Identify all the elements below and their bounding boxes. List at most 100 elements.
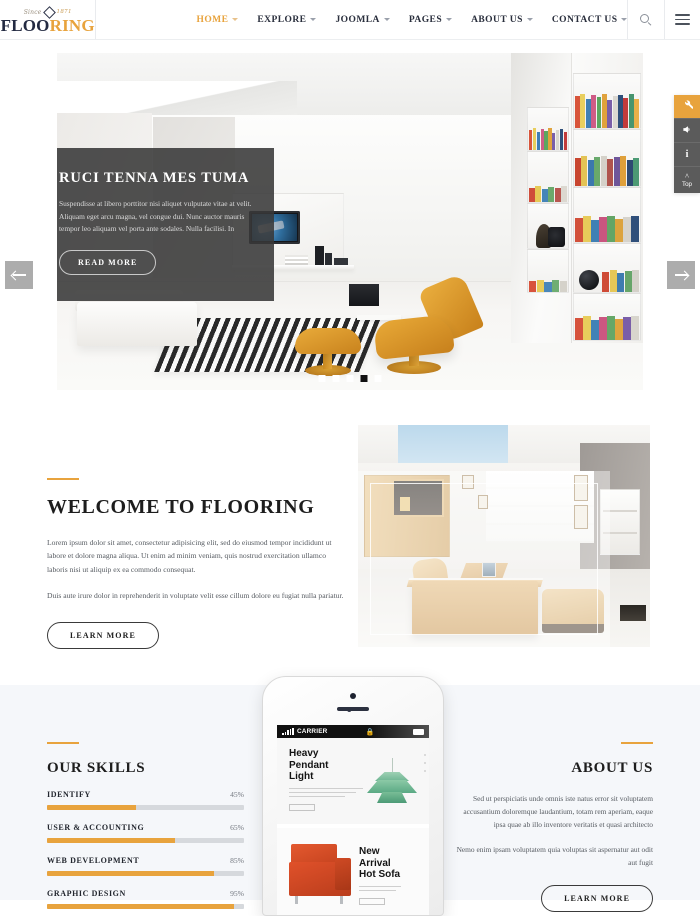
skill-row: USER & ACCOUNTING 65% <box>47 823 244 843</box>
skill-progress-track <box>47 805 244 810</box>
slider-dot-2[interactable] <box>332 375 340 382</box>
hero-slider: RUCI TENNA MES TUMA Suspendisse at liber… <box>57 53 643 390</box>
slider-dot-5[interactable] <box>374 375 382 382</box>
about-paragraph-2: Nemo enim ipsam voluptatem quia voluptas… <box>456 844 653 867</box>
slider-dot-4[interactable] <box>360 375 368 382</box>
phone-camera-icon <box>350 693 356 699</box>
nav-item-label: PAGES <box>408 14 443 25</box>
slider-dot-3[interactable] <box>346 375 354 382</box>
about-title: ABOUT US <box>571 760 653 776</box>
info-button[interactable]: i <box>674 143 700 167</box>
welcome-office-image <box>358 425 650 647</box>
phone-status-bar: CARRIER 🔒 <box>277 725 429 738</box>
announcement-button[interactable] <box>674 119 700 143</box>
phone-scroll-dots <box>424 754 426 772</box>
slider-next-button[interactable] <box>667 261 695 289</box>
site-header: Since 1871 FLOORING HOME EXPLORE JOOMLA … <box>0 0 700 40</box>
skill-row: IDENTIFY 45% <box>47 790 244 810</box>
accent-divider <box>621 742 653 744</box>
back-to-top-button[interactable]: ^ Top <box>674 167 700 193</box>
pendant-lamp-image <box>363 758 421 810</box>
arrow-right-icon <box>674 274 688 276</box>
skill-progress-fill <box>47 904 235 909</box>
signal-bars-icon <box>282 728 294 735</box>
logo-word-accent: RING <box>49 15 95 35</box>
nav-item-contact-us[interactable]: CONTACT US <box>552 15 628 25</box>
skill-progress-fill <box>47 838 176 843</box>
chevron-up-icon: ^ <box>685 171 689 181</box>
phone-product-card-1[interactable]: Heavy Pendant Light <box>277 738 429 824</box>
phone-card-2-button[interactable] <box>359 898 385 906</box>
phone-screen: CARRIER 🔒 Heavy Pendant Light New Arriva… <box>277 725 429 915</box>
phone-carrier-label: CARRIER <box>296 728 328 735</box>
accent-divider <box>47 742 79 744</box>
skill-label: USER & ACCOUNTING <box>47 823 145 832</box>
orange-sofa-image <box>289 838 351 904</box>
main-navigation: HOME EXPLORE JOOMLA PAGES ABOUT US CONTA… <box>96 0 628 39</box>
nav-item-joomla[interactable]: JOOMLA <box>335 14 390 25</box>
search-button[interactable] <box>627 0 663 39</box>
battery-icon <box>412 728 424 735</box>
nav-item-label: HOME <box>196 14 229 25</box>
about-column: ABOUT US Sed ut perspiciatis unde omnis … <box>456 742 653 913</box>
skill-percent: 95% <box>230 889 244 898</box>
menu-toggle-button[interactable] <box>663 0 700 39</box>
hero-caption: RUCI TENNA MES TUMA Suspendisse at liber… <box>57 148 274 301</box>
about-paragraph-1: Sed ut perspiciatis unde omnis iste natu… <box>463 794 653 830</box>
welcome-learn-more-button[interactable]: LEARN MORE <box>47 621 159 649</box>
chevron-down-icon <box>446 18 453 21</box>
hero-slider-section: RUCI TENNA MES TUMA Suspendisse at liber… <box>0 40 700 390</box>
phone-card-2-title: New Arrival Hot Sofa <box>359 846 401 880</box>
search-icon <box>640 13 652 26</box>
back-to-top-label: Top <box>682 180 692 188</box>
skill-progress-track <box>47 904 244 909</box>
phone-product-card-2[interactable]: New Arrival Hot Sofa <box>277 828 429 915</box>
nav-item-explore[interactable]: EXPLORE <box>257 14 317 25</box>
settings-wrench-button[interactable] <box>674 95 700 119</box>
chevron-down-icon <box>383 18 390 21</box>
skills-title: OUR SKILLS <box>47 760 146 776</box>
accent-divider <box>47 478 79 480</box>
phone-card-1-button[interactable] <box>289 804 315 812</box>
nav-item-label: EXPLORE <box>257 14 307 25</box>
slider-pagination <box>318 375 382 382</box>
skill-percent: 85% <box>230 856 244 865</box>
skill-label: IDENTIFY <box>47 790 91 799</box>
slider-dot-1[interactable] <box>318 375 326 382</box>
nav-item-label: CONTACT US <box>551 14 618 25</box>
skill-row: GRAPHIC DESIGN 95% <box>47 889 244 909</box>
nav-item-pages[interactable]: PAGES <box>408 14 453 25</box>
nav-item-about-us[interactable]: ABOUT US <box>471 15 533 25</box>
welcome-title: WELCOME TO FLOORING <box>47 496 315 518</box>
welcome-text-column: WELCOME TO FLOORING Lorem ipsum dolor si… <box>47 478 347 649</box>
info-icon: i <box>685 149 689 160</box>
hero-read-more-button[interactable]: READ MORE <box>59 249 157 275</box>
megaphone-icon <box>682 122 693 140</box>
floating-tool-rail: i ^ Top <box>674 95 700 193</box>
skill-progress-track <box>47 871 244 876</box>
logo-word-dark: FLOO <box>0 15 50 35</box>
site-logo[interactable]: Since 1871 FLOORING <box>0 0 97 39</box>
phone-mockup: CARRIER 🔒 Heavy Pendant Light New Arriva… <box>262 676 444 916</box>
skill-percent: 65% <box>230 823 244 832</box>
hero-description: Suspendisse at libero porttitor nisi ali… <box>59 199 252 233</box>
logo-wordmark: FLOORING <box>0 15 95 35</box>
welcome-paragraph-2: Duis aute irure dolor in reprehenderit i… <box>47 591 344 601</box>
hero-title: RUCI TENNA MES TUMA <box>59 170 250 186</box>
phone-speaker-icon <box>337 707 369 711</box>
welcome-paragraph-1: Lorem ipsum dolor sit amet, consectetur … <box>47 538 332 574</box>
about-learn-more-button[interactable]: LEARN MORE <box>541 885 653 913</box>
phone-card-2-description <box>359 885 417 892</box>
chevron-down-icon <box>232 18 239 21</box>
hamburger-menu-icon <box>674 13 690 26</box>
skills-column: OUR SKILLS IDENTIFY 45% USER & ACCOUNTIN… <box>47 742 244 909</box>
slider-prev-button[interactable] <box>5 261 33 289</box>
skill-label: WEB DEVELOPMENT <box>47 856 140 865</box>
skill-row: WEB DEVELOPMENT 85% <box>47 856 244 876</box>
skill-progress-fill <box>47 871 215 876</box>
nav-item-home[interactable]: HOME <box>196 14 239 25</box>
arrow-left-icon <box>12 274 26 276</box>
skill-progress-track <box>47 838 244 843</box>
nav-item-label: JOOMLA <box>335 14 380 25</box>
skill-progress-fill <box>47 805 136 810</box>
